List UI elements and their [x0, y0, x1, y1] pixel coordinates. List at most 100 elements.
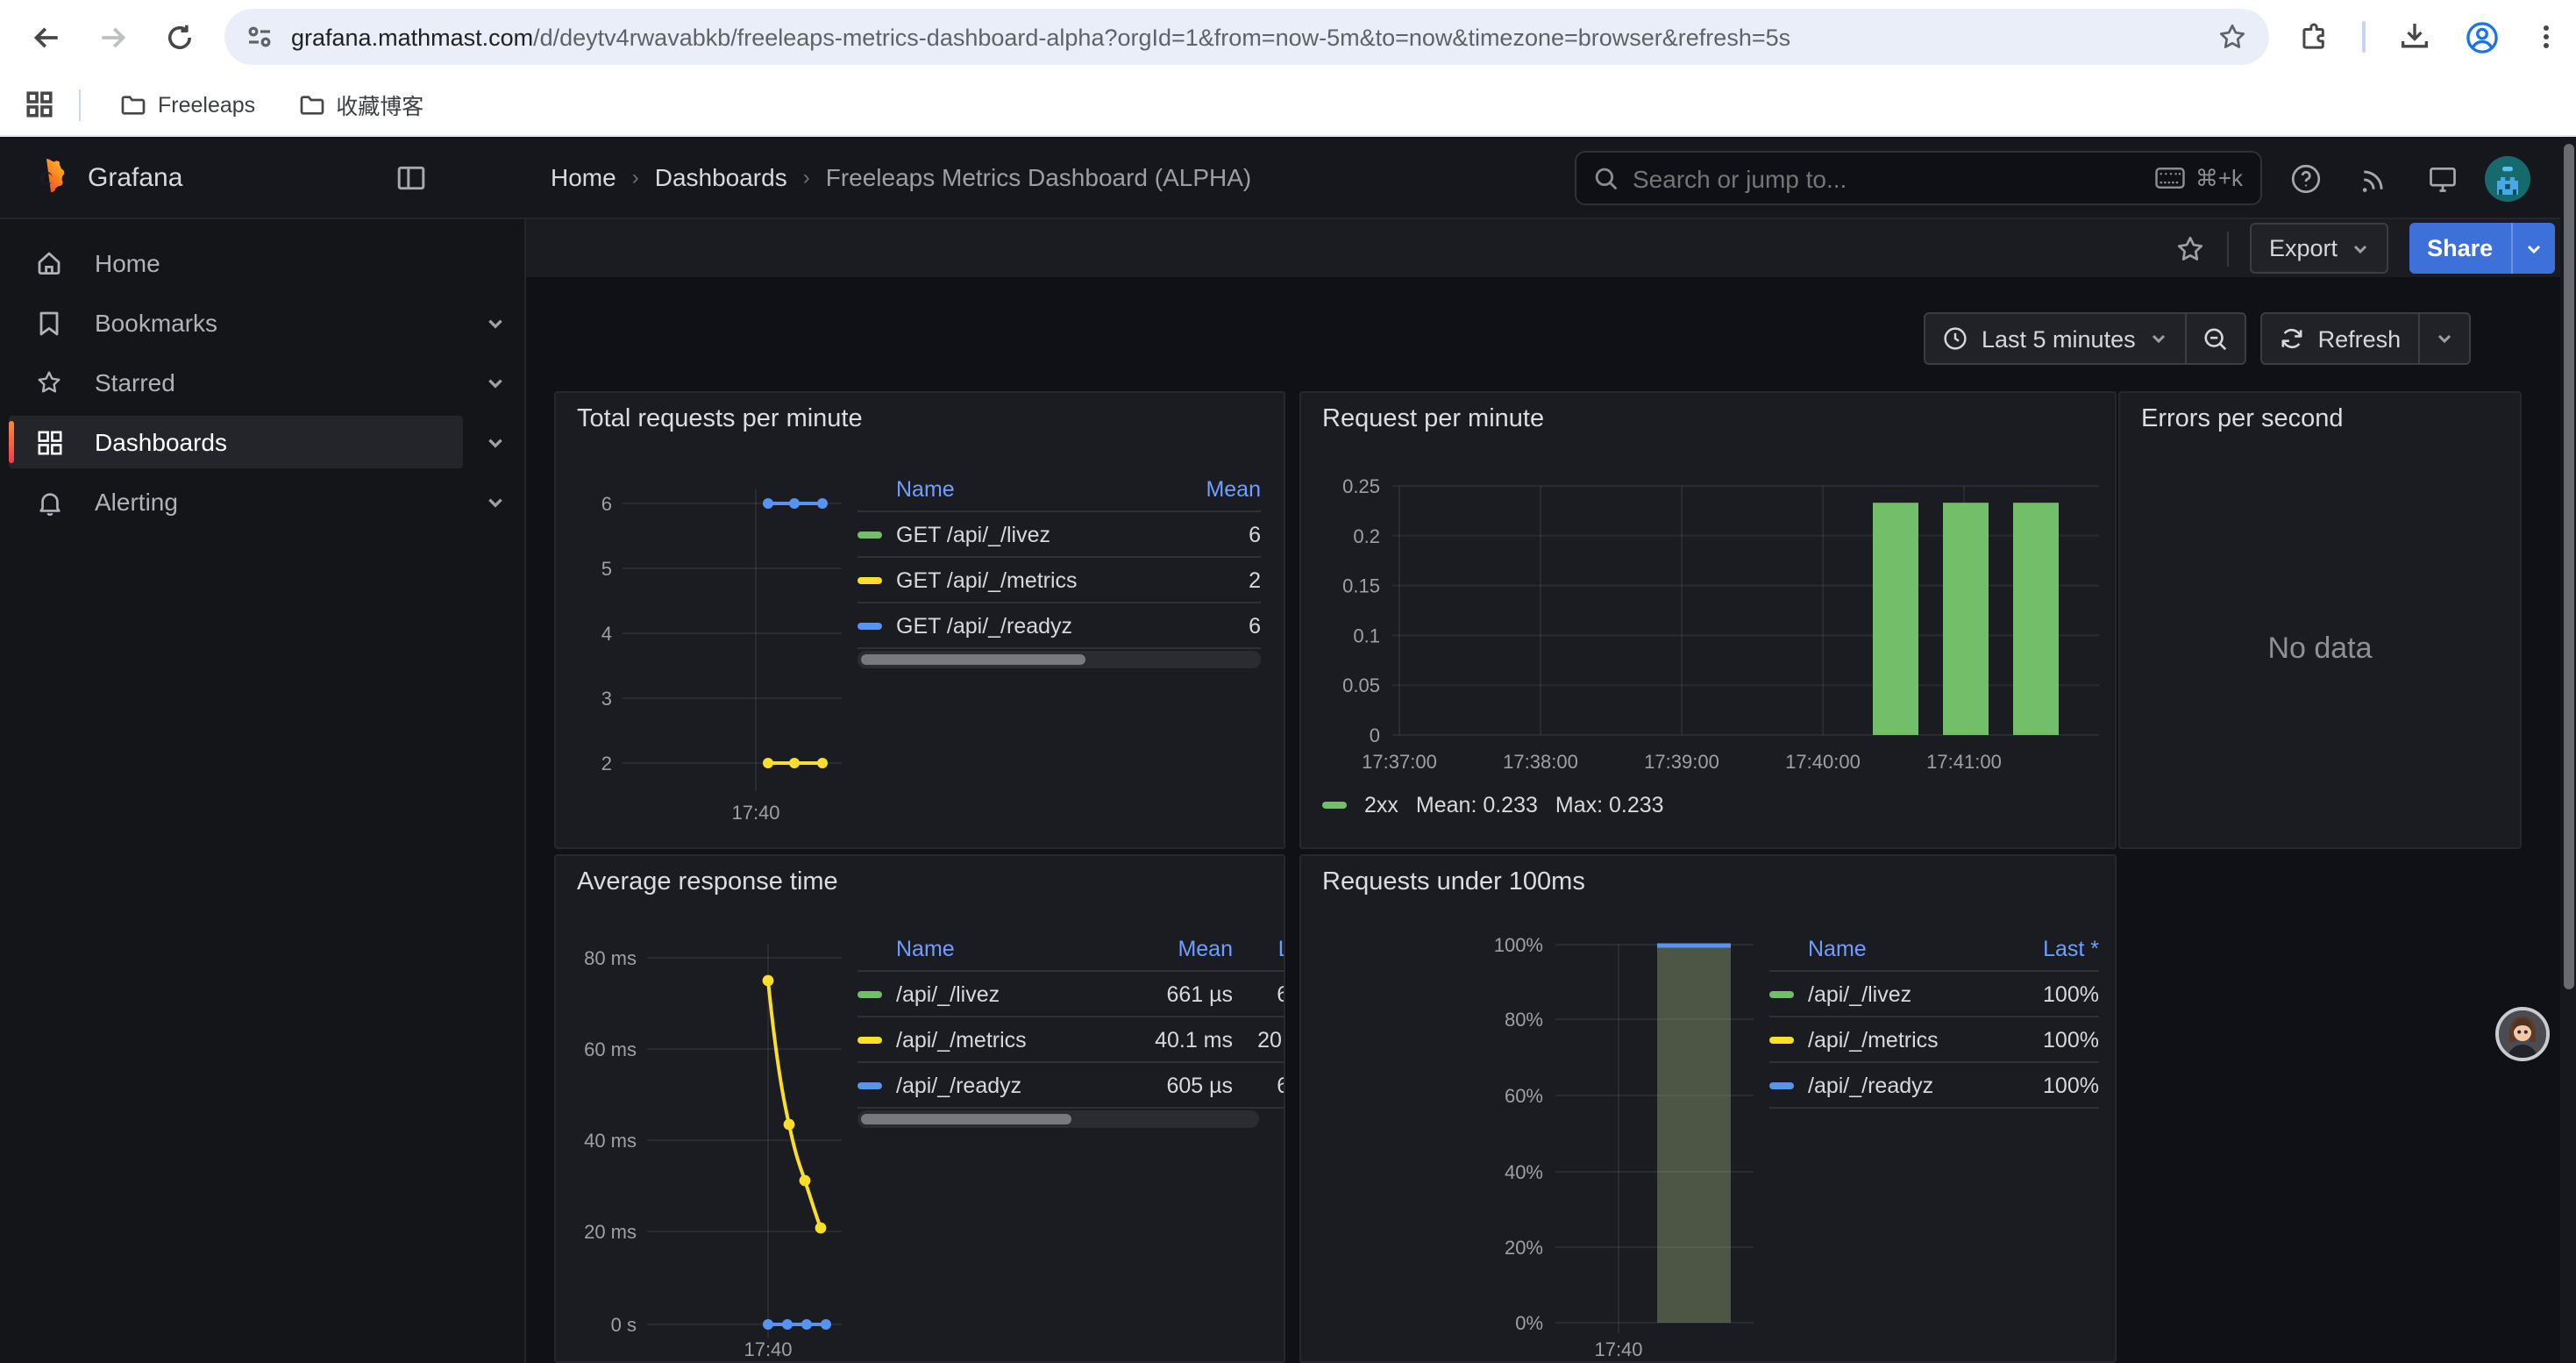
breadcrumb-separator: › [787, 165, 826, 189]
legend-row[interactable]: GET /api/_/livez 6 [857, 512, 1261, 558]
share-main[interactable]: Share [2409, 223, 2510, 274]
refresh-button[interactable]: Refresh [2260, 312, 2472, 365]
legend-scrollbar[interactable] [857, 1110, 1259, 1128]
chevron-down-icon [2150, 330, 2167, 347]
page-scrollbar[interactable] [2560, 137, 2576, 1363]
svg-text:17:37:00: 17:37:00 [1362, 751, 1437, 773]
bookmark-folder-blogs[interactable]: 收藏博客 [283, 82, 438, 126]
sidebar-item-alerting[interactable]: Alerting [9, 475, 463, 528]
search-input[interactable] [1633, 164, 2141, 192]
back-icon [31, 22, 60, 52]
legend-row[interactable]: /api/_/metrics 100% [1769, 1017, 2099, 1063]
forward-button[interactable] [88, 12, 137, 61]
reload-button[interactable] [154, 12, 203, 61]
extensions-icon[interactable] [2297, 20, 2330, 54]
svg-text:17:41:00: 17:41:00 [1926, 751, 2002, 773]
sidebar-item-home[interactable]: Home [9, 237, 463, 289]
legend-row[interactable]: /api/_/readyz 100% [1769, 1063, 2099, 1109]
bookmarks-divider [79, 89, 81, 120]
zoom-out-button[interactable] [2185, 314, 2245, 363]
series-color-pill [857, 531, 882, 538]
refresh-interval-toggle[interactable] [2418, 314, 2469, 363]
share-menu-toggle[interactable] [2510, 223, 2554, 274]
panel-avg-response-time[interactable]: Average response time 80 ms 60 ms 40 ms … [554, 854, 1285, 1363]
search-bar[interactable]: ⌘+k [1575, 151, 2262, 205]
search-icon [1594, 166, 1619, 190]
chevron-down-icon [2524, 239, 2542, 257]
sidebar-toggle-icon[interactable] [396, 163, 426, 193]
panel-requests-under-100ms[interactable]: Requests under 100ms 100% 80% 60% 40% 20… [1299, 854, 2117, 1363]
legend-inline[interactable]: 2xx Mean: 0.233 Max: 0.233 [1322, 793, 1664, 817]
legend-row[interactable]: GET /api/_/readyz 6 [857, 603, 1261, 649]
time-range-picker[interactable]: Last 5 minutes [1924, 312, 2246, 365]
kiosk-button[interactable] [2416, 152, 2469, 204]
chevron-down-icon [2352, 239, 2369, 257]
bookmark-star-icon[interactable] [2217, 21, 2248, 53]
legend-col-last[interactable]: Las [1233, 936, 1285, 960]
series-color-pill [1769, 1081, 1794, 1088]
profile-icon[interactable] [2464, 18, 2501, 55]
svg-text:17:40:00: 17:40:00 [1785, 751, 1861, 773]
bookmark-folder-freeleaps[interactable]: Freeleaps [105, 85, 269, 124]
sidebar-item-bookmarks[interactable]: Bookmarks [9, 296, 463, 349]
url-bar[interactable]: grafana.mathmast.com/d/deytv4rwavabkb/fr… [224, 9, 2269, 65]
bookmark-icon [35, 309, 63, 337]
legend-table: Name Mean GET /api/_/livez 6 GET /api/_/… [857, 467, 1261, 649]
svg-text:0: 0 [1370, 724, 1380, 746]
breadcrumb-current: Freeleaps Metrics Dashboard (ALPHA) [826, 163, 1252, 191]
legend-row[interactable]: /api/_/readyz 605 µs 620 [857, 1063, 1285, 1109]
legend-col-name[interactable]: Name [896, 476, 1173, 501]
grafana-logo[interactable] [25, 155, 68, 199]
legend-header: Name Mean [857, 467, 1261, 512]
series-color-pill [1769, 990, 1794, 997]
export-button[interactable]: Export [2250, 223, 2388, 274]
legend-row[interactable]: /api/_/livez 100% [1769, 972, 2099, 1017]
chevron-down-icon[interactable] [480, 368, 509, 396]
legend-row[interactable]: GET /api/_/metrics 2 [857, 558, 1261, 603]
sidebar-item-starred[interactable]: Starred [9, 356, 463, 409]
browser-actions [2297, 9, 2560, 65]
svg-text:80%: 80% [1505, 1009, 1543, 1031]
chevron-down-icon[interactable] [480, 428, 509, 456]
scrollbar-thumb[interactable] [2563, 144, 2573, 989]
panel-request-per-minute[interactable]: Request per minute 0.25 0.2 0.15 0.1 0.0… [1299, 391, 2117, 849]
user-avatar[interactable] [2485, 155, 2530, 201]
panel-total-requests[interactable]: Total requests per minute 6 5 4 3 2 17:4… [554, 391, 1285, 849]
help-button[interactable] [2280, 152, 2332, 204]
panel-title[interactable]: Errors per second [2141, 405, 2344, 433]
legend-row[interactable]: /api/_/livez 661 µs 646 [857, 972, 1285, 1017]
svg-text:0.15: 0.15 [1342, 575, 1380, 597]
bar-2xx [2013, 503, 2059, 735]
menu-kebab-icon[interactable] [2532, 23, 2560, 51]
news-button[interactable] [2348, 152, 2401, 204]
sidebar-item-dashboards[interactable]: Dashboards [9, 416, 463, 468]
legend-col-name[interactable]: Name [896, 936, 1135, 960]
legend-col-name[interactable]: Name [1808, 936, 2008, 960]
actions-divider [2227, 231, 2229, 266]
bar-2xx [1943, 503, 1989, 735]
series-color-pill [857, 576, 882, 583]
panel-errors-per-second[interactable]: Errors per second No data [2118, 391, 2522, 849]
svg-text:6: 6 [601, 493, 612, 515]
back-button[interactable] [21, 12, 70, 61]
breadcrumb-separator: › [616, 165, 655, 189]
folder-icon [297, 90, 325, 118]
breadcrumb-dashboards[interactable]: Dashboards [655, 163, 787, 191]
breadcrumb-home[interactable]: Home [551, 163, 616, 191]
legend-col-mean[interactable]: Mean [1173, 476, 1261, 501]
download-icon[interactable] [2397, 19, 2432, 54]
legend-scrollbar[interactable] [857, 651, 1261, 668]
chevron-down-icon[interactable] [480, 488, 509, 516]
favorite-star-icon[interactable] [2174, 232, 2206, 264]
share-button[interactable]: Share [2409, 223, 2554, 274]
legend-row[interactable]: /api/_/metrics 40.1 ms 20.5 r [857, 1017, 1285, 1063]
legend-col-last[interactable]: Last * [2008, 936, 2099, 960]
svg-text:0.2: 0.2 [1353, 525, 1380, 547]
chevron-down-icon[interactable] [480, 309, 509, 337]
reload-icon [164, 22, 194, 52]
svg-text:0.1: 0.1 [1353, 624, 1380, 646]
assistant-avatar-widget[interactable] [2495, 1007, 2550, 1061]
apps-grid-icon[interactable] [25, 89, 54, 119]
svg-text:3: 3 [601, 688, 612, 710]
legend-col-mean[interactable]: Mean [1135, 936, 1233, 960]
